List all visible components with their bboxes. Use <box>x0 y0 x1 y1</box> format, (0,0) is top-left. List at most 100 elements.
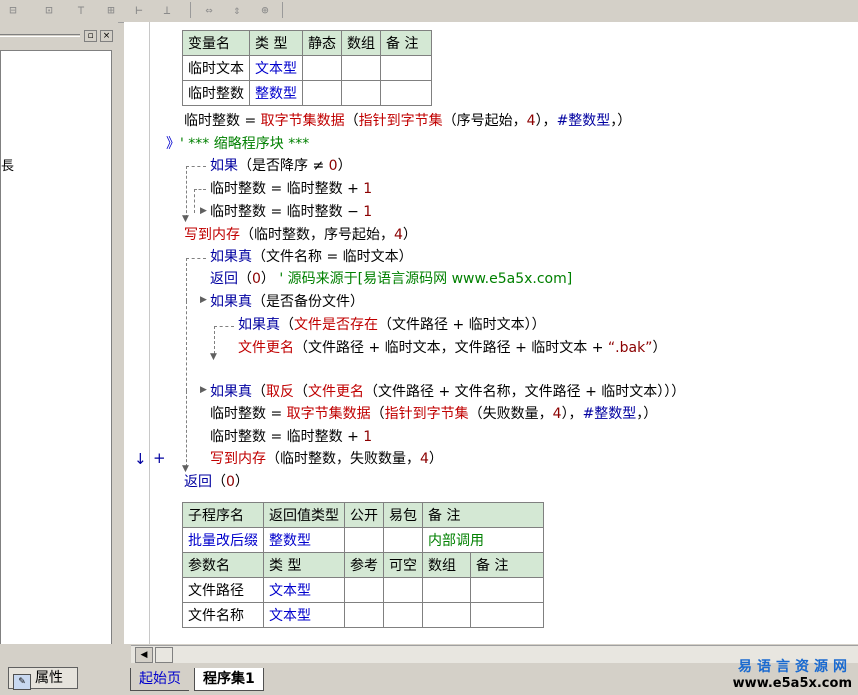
table-cell[interactable] <box>422 577 471 603</box>
size-icon[interactable]: ⊕ <box>256 2 274 18</box>
header-cell: 参考 <box>344 552 384 578</box>
header-cell: 变量名 <box>182 30 250 56</box>
header-cell: 静态 <box>302 30 342 56</box>
header-cell: 类 型 <box>263 552 345 578</box>
table-cell[interactable] <box>302 80 342 106</box>
space-v-icon[interactable]: ⊥ <box>158 2 176 18</box>
header-cell: 公开 <box>344 502 384 528</box>
header-cell: 备 注 <box>380 30 432 56</box>
table-cell[interactable] <box>341 80 381 106</box>
table-cell[interactable]: 临时整数 <box>182 80 250 106</box>
table-cell[interactable] <box>344 527 384 553</box>
editor-gutter <box>124 22 150 644</box>
table-cell[interactable]: 文本型 <box>263 577 345 603</box>
table-cell[interactable]: 文件路径 <box>182 577 264 603</box>
flow-line <box>214 326 234 327</box>
code-line[interactable]: 文件更名（文件路径 + 临时文本，文件路径 + 临时文本 + “.bak”） <box>238 338 666 358</box>
table-cell[interactable] <box>344 577 384 603</box>
flow-arrow-icon: ▼ <box>182 464 189 474</box>
align-middle-icon[interactable]: ⊞ <box>102 2 120 18</box>
tree-item-partial[interactable]: 長 <box>1 155 14 174</box>
properties-button[interactable]: ✎ 属性 <box>8 667 78 690</box>
header-cell: 子程序名 <box>182 502 264 528</box>
align-top-icon[interactable]: ⊤ <box>72 2 90 18</box>
table-cell[interactable] <box>470 577 544 603</box>
header-cell: 数组 <box>341 30 381 56</box>
code-line[interactable]: 临时整数 = 取字节集数据（指针到字节集（序号起始，4），#整数型，） <box>184 111 631 131</box>
table-cell[interactable] <box>422 602 471 628</box>
flow-line <box>194 189 206 190</box>
header-cell: 类 型 <box>249 30 303 56</box>
table-cell[interactable] <box>470 602 544 628</box>
code-line[interactable]: 写到内存（临时整数，序号起始，4） <box>184 225 417 245</box>
code-line[interactable]: 返回（0） <box>184 472 249 492</box>
close-icon[interactable]: × <box>100 30 113 42</box>
flow-arrow-icon: ▼ <box>210 352 217 362</box>
table-cell[interactable] <box>341 55 381 81</box>
code-line[interactable]: 如果真（是否备份文件） <box>210 292 364 312</box>
code-line[interactable]: 》' *** 缩略程序块 *** <box>166 134 309 154</box>
table-cell[interactable] <box>383 577 423 603</box>
code-line[interactable]: 如果真（文件名称 = 临时文本） <box>210 247 413 267</box>
table-cell[interactable]: 整数型 <box>249 80 303 106</box>
table-cell[interactable] <box>344 602 384 628</box>
code-line[interactable]: 返回（0） ' 源码来源于[易语言源码网 www.e5a5x.com] <box>210 269 572 289</box>
table-cell[interactable]: 文件名称 <box>182 602 264 628</box>
step-down-marker[interactable]: ↓ <box>134 450 147 468</box>
header-cell: 数组 <box>422 552 471 578</box>
table-cell[interactable] <box>380 80 432 106</box>
space-h-icon[interactable]: ⊢ <box>130 2 148 18</box>
table-cell[interactable] <box>302 55 342 81</box>
table-cell[interactable]: 文本型 <box>249 55 303 81</box>
logo-title: 易语言资源网 <box>738 659 852 675</box>
header-cell: 备 注 <box>422 502 544 528</box>
flow-arrow-icon: ▶ <box>200 385 207 395</box>
table-cell[interactable]: 临时文本 <box>182 55 250 81</box>
flow-line <box>186 166 206 167</box>
table-cell[interactable] <box>383 527 423 553</box>
flow-line <box>214 326 215 354</box>
scroll-thumb[interactable] <box>155 647 173 663</box>
align-center-icon[interactable]: ⊡ <box>40 2 58 18</box>
code-line[interactable]: 临时整数 = 临时整数 − 1 <box>210 202 372 222</box>
code-line[interactable]: 如果真（文件是否存在（文件路径 + 临时文本）） <box>238 315 546 335</box>
properties-icon: ✎ <box>13 674 31 690</box>
table-cell[interactable]: 内部调用 <box>422 527 544 553</box>
logo-url: www.e5a5x.com <box>732 676 852 691</box>
tab-bar: 起始页 程序集1 <box>124 664 424 692</box>
align-left-icon[interactable]: ⊟ <box>4 2 22 18</box>
flow-line <box>186 166 187 218</box>
table-cell[interactable]: 批量改后缀 <box>182 527 264 553</box>
width-icon[interactable]: ⇔ <box>200 2 218 18</box>
variable-table: 变量名 类 型 静态 数组 备 注 临时文本 文本型 临时整数 整数型 <box>182 30 432 106</box>
flow-arrow-icon: ▼ <box>182 214 189 224</box>
height-icon[interactable]: ⇕ <box>228 2 246 18</box>
add-line-marker[interactable]: + <box>153 449 166 467</box>
scroll-left-icon[interactable]: ◀ <box>135 647 153 663</box>
flow-arrow-icon: ▶ <box>200 295 207 305</box>
code-line[interactable]: 写到内存（临时整数，失败数量，4） <box>210 449 443 469</box>
header-cell: 可空 <box>383 552 423 578</box>
table-cell[interactable]: 文本型 <box>263 602 345 628</box>
tab-start-page[interactable]: 起始页 <box>130 668 189 691</box>
code-line[interactable]: 临时整数 = 临时整数 + 1 <box>210 427 372 447</box>
table-cell[interactable]: 整数型 <box>263 527 345 553</box>
flow-line <box>186 391 187 467</box>
properties-label: 属性 <box>35 670 63 686</box>
pin-icon[interactable]: ▫ <box>84 30 97 42</box>
code-line[interactable]: 如果真（取反（文件更名（文件路径 + 文件名称，文件路径 + 临时文本））） <box>210 382 685 402</box>
code-line[interactable]: 临时整数 = 临时整数 + 1 <box>210 179 372 199</box>
table-cell[interactable] <box>380 55 432 81</box>
header-cell: 参数名 <box>182 552 264 578</box>
table-cell[interactable] <box>383 602 423 628</box>
code-line[interactable]: 临时整数 = 取字节集数据（指针到字节集（失败数量，4），#整数型，） <box>210 404 657 424</box>
header-cell: 备 注 <box>470 552 544 578</box>
code-line[interactable]: 如果（是否降序 ≠ 0） <box>210 156 352 176</box>
collapsed-block-marker[interactable]: 》 <box>166 136 180 152</box>
toolbar: ⊟ ⊡ ⊤ ⊞ ⊢ ⊥ ⇔ ⇕ ⊕ <box>0 0 858 23</box>
flow-line <box>186 258 187 301</box>
toolbar-separator <box>282 2 283 18</box>
left-panel-tree[interactable]: 長 <box>0 50 112 664</box>
tab-program-set-1[interactable]: 程序集1 <box>194 668 264 691</box>
panel-grip[interactable] <box>0 34 80 37</box>
